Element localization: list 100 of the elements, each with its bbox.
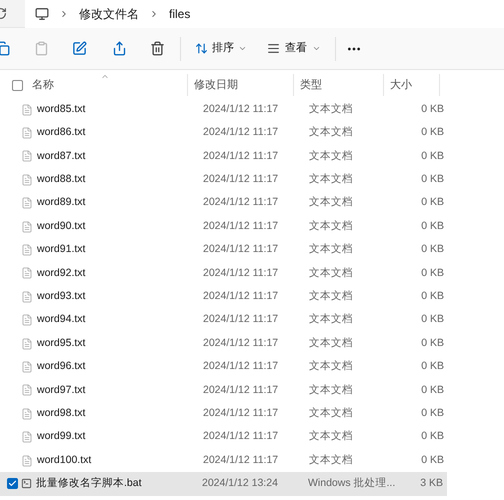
file-type: 文本文档	[309, 312, 354, 328]
column-header[interactable]: 修改日期	[187, 74, 293, 96]
text-file-icon	[21, 267, 33, 280]
file-size: 0 KB	[420, 218, 444, 234]
column-header[interactable]: 类型	[293, 74, 383, 96]
text-file-icon	[21, 174, 33, 186]
checkbox[interactable]	[12, 80, 23, 90]
file-row[interactable]: word90.txt 2024/1/12 11:17 文本文档 0 KB	[0, 214, 447, 238]
file-row[interactable]: word91.txt 2024/1/12 11:17 文本文档 0 KB	[0, 238, 447, 262]
file-type: 文本文档	[309, 288, 354, 304]
file-type: 文本文档	[309, 195, 354, 210]
file-date: 2024/1/12 11:17	[203, 288, 280, 304]
file-size: 0 KB	[420, 359, 444, 374]
text-file-icon	[21, 408, 33, 420]
file-type: 文本文档	[309, 218, 354, 234]
text-file-icon	[21, 150, 33, 162]
file-row[interactable]: word87.txt 2024/1/12 11:17 文本文档 0 KB	[0, 144, 447, 168]
file-name: word90.txt	[37, 218, 86, 234]
file-size: 0 KB	[420, 406, 444, 421]
file-type: 文本文档	[309, 148, 354, 164]
file-row[interactable]: word100.txt 2024/1/12 11:17 文本文档 0 KB	[0, 448, 447, 472]
file-size: 0 KB	[420, 452, 444, 468]
file-type: 文本文档	[309, 266, 354, 281]
file-size: 0 KB	[420, 102, 444, 117]
file-row[interactable]: word89.txt 2024/1/12 11:17 文本文档 0 KB	[0, 192, 447, 215]
file-type: 文本文档	[309, 242, 354, 258]
breadcrumb-item[interactable]: 修改文件名	[79, 4, 139, 22]
file-type: Windows 批处理...	[308, 476, 396, 492]
file-size: 0 KB	[420, 336, 444, 351]
file-date: 2024/1/12 11:17	[203, 429, 280, 444]
file-date: 2024/1/12 11:17	[203, 242, 280, 258]
file-date: 2024/1/12 11:17	[203, 102, 280, 117]
file-row[interactable]: word94.txt 2024/1/12 11:17 文本文档 0 KB	[0, 308, 447, 332]
file-date: 2024/1/12 11:17	[203, 406, 280, 421]
trash-icon[interactable]	[150, 41, 165, 56]
rename-icon[interactable]	[72, 41, 87, 56]
caret-icon	[312, 44, 321, 53]
text-file-icon	[21, 314, 33, 326]
caret-icon	[238, 44, 247, 53]
sort-icon	[195, 42, 208, 55]
file-size: 0 KB	[420, 382, 444, 398]
file-date: 2024/1/12 11:17	[203, 125, 280, 140]
file-size: 0 KB	[420, 429, 444, 444]
file-type: 文本文档	[309, 359, 354, 374]
file-date: 2024/1/12 11:17	[203, 195, 280, 210]
file-row[interactable]: word97.txt 2024/1/12 11:17 文本文档 0 KB	[0, 378, 447, 402]
file-date: 2024/1/12 11:17	[203, 148, 280, 164]
text-file-icon	[21, 431, 33, 444]
text-file-icon	[21, 338, 33, 350]
file-size: 0 KB	[420, 195, 444, 210]
file-date: 2024/1/12 11:17	[203, 312, 280, 328]
file-name: word97.txt	[37, 382, 86, 398]
file-type: 文本文档	[309, 429, 354, 444]
file-row[interactable]: word95.txt 2024/1/12 11:17 文本文档 0 KB	[0, 332, 447, 356]
file-row[interactable]: word93.txt 2024/1/12 11:17 文本文档 0 KB	[0, 285, 447, 309]
text-file-icon	[21, 244, 33, 256]
file-size: 0 KB	[420, 242, 444, 258]
file-type: 文本文档	[309, 172, 354, 187]
share-icon[interactable]	[112, 41, 127, 56]
file-date: 2024/1/12 11:17	[203, 172, 280, 187]
file-row[interactable]: word98.txt 2024/1/12 11:17 文本文档 0 KB	[0, 402, 447, 426]
file-size: 3 KB	[419, 476, 443, 492]
monitor-icon[interactable]	[35, 6, 49, 20]
file-size: 0 KB	[420, 266, 444, 281]
checkbox[interactable]	[7, 478, 18, 490]
file-size: 0 KB	[420, 125, 444, 140]
file-name: word94.txt	[37, 312, 86, 328]
text-file-icon	[21, 384, 33, 396]
file-name: word92.txt	[37, 266, 86, 281]
file-name: word100.txt	[37, 452, 92, 468]
file-name: word91.txt	[37, 242, 86, 258]
script-file-icon	[21, 478, 32, 490]
file-size: 0 KB	[420, 172, 444, 187]
address-bar[interactable]: 修改文件名 files	[25, 0, 504, 28]
text-file-icon	[21, 197, 33, 210]
text-file-icon	[21, 454, 33, 467]
file-size: 0 KB	[420, 148, 444, 164]
view-button[interactable]: 查看	[263, 36, 325, 62]
column-header[interactable]: 大小	[383, 74, 440, 96]
sort-button[interactable]: 排序	[191, 36, 251, 62]
file-date: 2024/1/12 11:17	[203, 266, 280, 281]
file-name: word98.txt	[37, 406, 86, 421]
file-row[interactable]: word99.txt 2024/1/12 11:17 文本文档 0 KB	[0, 425, 447, 449]
file-row[interactable]: word86.txt 2024/1/12 11:17 文本文档 0 KB	[0, 121, 447, 145]
breadcrumb-item[interactable]: files	[169, 4, 190, 22]
file-name: word87.txt	[37, 148, 86, 164]
file-name: word93.txt	[37, 288, 86, 304]
file-row[interactable]: word88.txt 2024/1/12 11:17 文本文档 0 KB	[0, 168, 447, 192]
column-header[interactable]: 名称	[23, 74, 187, 96]
file-name: word89.txt	[37, 195, 86, 210]
file-type: 文本文档	[309, 102, 354, 117]
file-name: word85.txt	[37, 102, 86, 117]
file-date: 2024/1/12 11:17	[203, 218, 280, 234]
file-type: 文本文档	[309, 336, 354, 351]
file-row[interactable]: 批量修改名字脚本.bat 2024/1/12 13:24 Windows 批处理... 3 KB	[0, 472, 447, 496]
file-row[interactable]: word96.txt 2024/1/12 11:17 文本文档 0 KB	[0, 355, 447, 379]
file-row[interactable]: word85.txt 2024/1/12 11:17 文本文档 0 KB	[0, 98, 447, 122]
text-file-icon	[21, 220, 33, 233]
file-row[interactable]: word92.txt 2024/1/12 11:17 文本文档 0 KB	[0, 262, 447, 286]
file-type: 文本文档	[309, 452, 354, 468]
